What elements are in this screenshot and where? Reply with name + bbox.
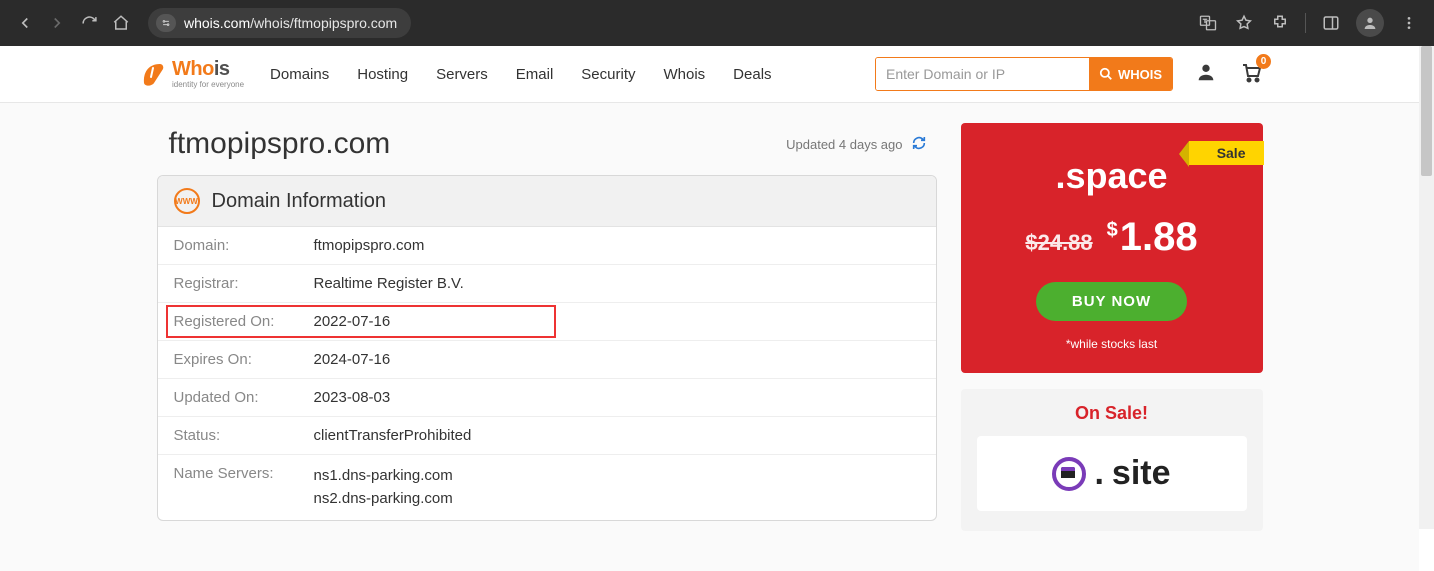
main-nav: Domains Hosting Servers Email Security W…: [270, 66, 771, 83]
home-icon[interactable]: [110, 12, 132, 34]
logo-mark-icon: [140, 61, 166, 87]
row-label: Registered On:: [174, 313, 314, 330]
row-label: Updated On:: [174, 389, 314, 406]
refresh-icon[interactable]: [911, 135, 927, 154]
panel-title: Domain Information: [212, 190, 387, 213]
old-price: $24.88: [1025, 230, 1092, 256]
sale-badge: Sale: [1189, 141, 1264, 165]
row-updated-on: Updated On: 2023-08-03: [158, 379, 936, 417]
row-value[interactable]: clientTransferProhibited: [314, 427, 472, 444]
whois-search: WHOIS: [875, 57, 1173, 91]
row-value: Realtime Register B.V.: [314, 275, 464, 292]
star-icon[interactable]: [1233, 12, 1255, 34]
promo2-title: On Sale!: [977, 403, 1247, 424]
back-icon[interactable]: [14, 12, 36, 34]
page-title: ftmopipspro.com: [169, 127, 391, 161]
row-label: Name Servers:: [174, 465, 314, 510]
logo-tagline: identity for everyone: [172, 81, 244, 89]
nav-whois[interactable]: Whois: [663, 66, 705, 83]
row-label: Status:: [174, 427, 314, 444]
menu-icon[interactable]: [1398, 12, 1420, 34]
site-word: site: [1112, 454, 1171, 493]
promo-space: Sale .space $24.88 $1.88 BUY NOW *while …: [961, 123, 1263, 373]
nameserver-2: ns2.dns-parking.com: [314, 488, 453, 511]
site-logo[interactable]: Whois identity for everyone: [140, 59, 244, 89]
row-status: Status: clientTransferProhibited: [158, 417, 936, 455]
promo-onsale: On Sale! .site: [961, 389, 1263, 531]
www-icon: WWW: [174, 188, 200, 214]
domain-info-panel: WWW Domain Information Domain: ftmopipsp…: [157, 175, 937, 521]
url-text: whois.com/whois/ftmopipspro.com: [184, 15, 397, 31]
chrome-nav-buttons: [8, 12, 132, 34]
row-value: ftmopipspro.com: [314, 237, 425, 254]
translate-icon[interactable]: [1197, 12, 1219, 34]
row-label: Domain:: [174, 237, 314, 254]
row-registered-on: Registered On: 2022-07-16: [158, 303, 936, 341]
address-bar[interactable]: whois.com/whois/ftmopipspro.com: [148, 8, 411, 38]
row-value: 2023-08-03: [314, 389, 391, 406]
reload-icon[interactable]: [78, 12, 100, 34]
site-logo-icon: [1052, 457, 1086, 491]
buy-now-button[interactable]: BUY NOW: [1036, 282, 1187, 321]
row-registrar: Registrar: Realtime Register B.V.: [158, 265, 936, 303]
nav-security[interactable]: Security: [581, 66, 635, 83]
row-value: 2024-07-16: [314, 351, 391, 368]
row-label: Expires On:: [174, 351, 314, 368]
site-dot: .: [1094, 454, 1103, 493]
new-price: $1.88: [1107, 215, 1198, 260]
search-button-label: WHOIS: [1118, 67, 1162, 82]
site-header: Whois identity for everyone Domains Host…: [0, 46, 1419, 103]
profile-icon[interactable]: [1356, 9, 1384, 37]
promo-note: *while stocks last: [977, 337, 1247, 351]
updated-text: Updated 4 days ago: [786, 137, 902, 152]
promo-site-card[interactable]: .site: [977, 436, 1247, 511]
vertical-scrollbar[interactable]: [1419, 46, 1434, 529]
account-icon[interactable]: [1195, 61, 1217, 88]
row-label: Registrar:: [174, 275, 314, 292]
row-value: ns1.dns-parking.com ns2.dns-parking.com: [314, 465, 453, 510]
row-domain: Domain: ftmopipspro.com: [158, 227, 936, 265]
row-name-servers: Name Servers: ns1.dns-parking.com ns2.dn…: [158, 455, 936, 520]
browser-chrome: whois.com/whois/ftmopipspro.com: [0, 0, 1434, 46]
search-icon: [1099, 67, 1113, 81]
row-expires-on: Expires On: 2024-07-16: [158, 341, 936, 379]
nameserver-1: ns1.dns-parking.com: [314, 465, 453, 488]
row-value: 2022-07-16: [314, 313, 391, 330]
forward-icon: [46, 12, 68, 34]
nav-deals[interactable]: Deals: [733, 66, 771, 83]
logo-wordmark: Whois: [172, 59, 244, 79]
separator: [1305, 13, 1306, 33]
nav-servers[interactable]: Servers: [436, 66, 488, 83]
sidepanel-icon[interactable]: [1320, 12, 1342, 34]
cart-count-badge: 0: [1256, 54, 1271, 69]
search-button[interactable]: WHOIS: [1089, 58, 1172, 90]
scrollbar-thumb[interactable]: [1421, 46, 1432, 176]
search-input[interactable]: [876, 58, 1089, 90]
chrome-right-icons: [1197, 9, 1426, 37]
nav-email[interactable]: Email: [516, 66, 554, 83]
cart-icon[interactable]: 0: [1239, 60, 1263, 89]
nav-domains[interactable]: Domains: [270, 66, 329, 83]
nav-hosting[interactable]: Hosting: [357, 66, 408, 83]
extensions-icon[interactable]: [1269, 12, 1291, 34]
site-info-icon[interactable]: [156, 14, 176, 32]
